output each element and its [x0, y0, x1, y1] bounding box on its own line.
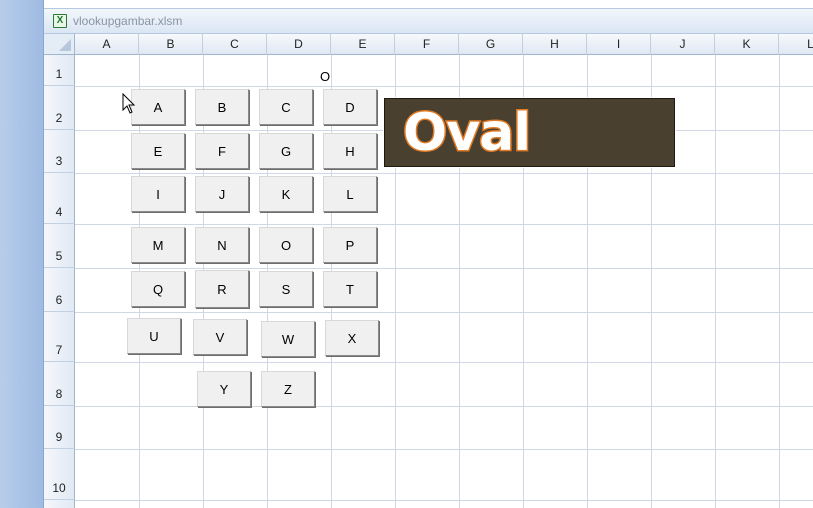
gridline: [779, 55, 780, 508]
letter-button-v[interactable]: V: [193, 319, 247, 355]
row-header-7[interactable]: 7: [44, 312, 75, 362]
column-header-f[interactable]: F: [395, 34, 459, 55]
column-header-d[interactable]: D: [267, 34, 331, 55]
letter-button-q[interactable]: Q: [131, 271, 185, 307]
banner-text: Oval: [401, 102, 532, 165]
column-header-l[interactable]: L: [779, 34, 813, 55]
letter-button-b[interactable]: B: [195, 89, 249, 125]
column-header-g[interactable]: G: [459, 34, 523, 55]
letter-button-y[interactable]: Y: [197, 371, 251, 407]
column-header-a[interactable]: A: [75, 34, 139, 55]
letter-button-c[interactable]: C: [259, 89, 313, 125]
letter-button-s[interactable]: S: [259, 271, 313, 307]
letter-button-l[interactable]: L: [323, 176, 377, 212]
letter-button-m[interactable]: M: [131, 227, 185, 263]
gridline: [75, 312, 813, 313]
gridline: [75, 173, 813, 174]
gridline: [75, 449, 813, 450]
row-header-4[interactable]: 4: [44, 173, 75, 224]
desktop-left-strip: [0, 0, 43, 508]
gridline: [75, 362, 813, 363]
row-header-10[interactable]: 10: [44, 449, 75, 500]
workbook-window: X vlookupgambar.xlsm A B C D E F G H I J…: [43, 0, 813, 508]
column-header-i[interactable]: I: [587, 34, 651, 55]
letter-button-d[interactable]: D: [323, 89, 377, 125]
mouse-pointer-icon: [122, 93, 136, 114]
row-header-9[interactable]: 9: [44, 406, 75, 449]
letter-button-f[interactable]: F: [195, 133, 249, 169]
row-header-6[interactable]: 6: [44, 268, 75, 312]
select-all-button[interactable]: [44, 34, 75, 55]
workbook-titlebar: X vlookupgambar.xlsm: [44, 8, 813, 34]
gridline: [75, 500, 813, 501]
letter-button-w[interactable]: W: [261, 321, 315, 357]
row-header-8[interactable]: 8: [44, 362, 75, 406]
row-header-5[interactable]: 5: [44, 224, 75, 268]
column-header-c[interactable]: C: [203, 34, 267, 55]
column-header-b[interactable]: B: [139, 34, 203, 55]
letter-button-u[interactable]: U: [127, 318, 181, 354]
gridline: [75, 86, 813, 87]
result-picture-banner[interactable]: Oval: [383, 97, 676, 168]
cell-e1[interactable]: O: [320, 70, 330, 84]
workbook-title: vlookupgambar.xlsm: [73, 14, 183, 28]
column-header-k[interactable]: K: [715, 34, 779, 55]
letter-button-a[interactable]: A: [131, 89, 185, 125]
letter-button-p[interactable]: P: [323, 227, 377, 263]
letter-button-r[interactable]: R: [195, 270, 249, 308]
letter-button-i[interactable]: I: [131, 176, 185, 212]
letter-button-e[interactable]: E: [131, 133, 185, 169]
letter-button-t[interactable]: T: [323, 271, 377, 307]
excel-file-icon: X: [53, 14, 67, 28]
row-header-11[interactable]: [44, 500, 75, 508]
column-header-h[interactable]: H: [523, 34, 587, 55]
gridline: [75, 224, 813, 225]
letter-button-x[interactable]: X: [325, 320, 379, 356]
column-header-j[interactable]: J: [651, 34, 715, 55]
letter-button-n[interactable]: N: [195, 227, 249, 263]
gridline: [75, 406, 813, 407]
letter-button-z[interactable]: Z: [261, 371, 315, 407]
select-all-icon: [59, 39, 71, 51]
gridline: [75, 268, 813, 269]
letter-button-j[interactable]: J: [195, 176, 249, 212]
gridline: [715, 55, 716, 508]
letter-button-o[interactable]: O: [259, 227, 313, 263]
column-header-e[interactable]: E: [331, 34, 395, 55]
letter-button-g[interactable]: G: [259, 133, 313, 169]
row-header-3[interactable]: 3: [44, 130, 75, 173]
row-header-2[interactable]: 2: [44, 86, 75, 130]
row-header-1[interactable]: 1: [44, 55, 75, 86]
letter-button-k[interactable]: K: [259, 176, 313, 212]
letter-button-h[interactable]: H: [323, 133, 377, 169]
